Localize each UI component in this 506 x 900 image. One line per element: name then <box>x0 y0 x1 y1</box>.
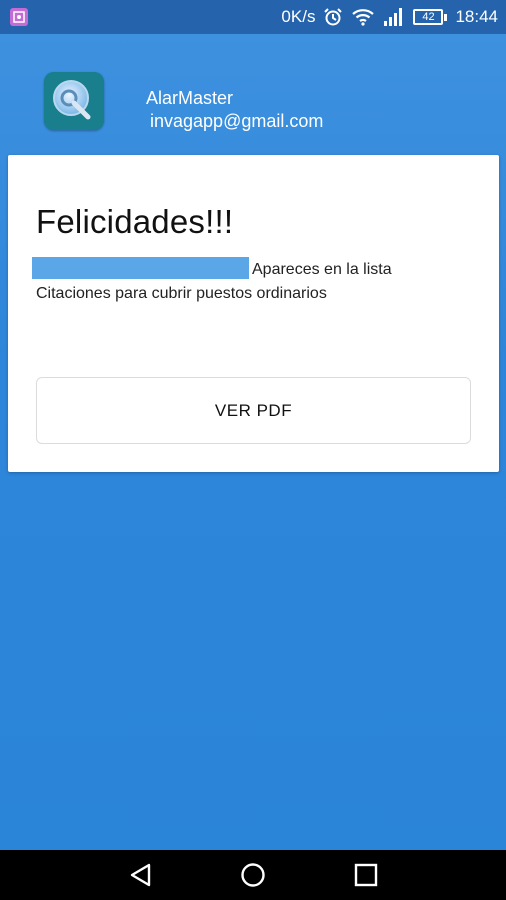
recents-icon[interactable] <box>353 862 379 893</box>
wifi-icon <box>351 7 375 27</box>
list-name: Citaciones para cubrir puestos ordinario… <box>36 285 327 302</box>
result-card: Felicidades!!! Apareces en la lista Cita… <box>8 155 499 472</box>
account-email: invagapp@gmail.com <box>150 111 324 131</box>
status-bar: 0K/s 42 18:44 <box>0 0 506 34</box>
alarm-icon <box>323 7 343 27</box>
list-status-text: Apareces en la lista <box>252 261 392 278</box>
gallery-notification-icon <box>10 8 28 26</box>
battery-icon: 42 <box>413 9 448 25</box>
home-icon[interactable] <box>240 862 266 893</box>
magnifier-logo-icon <box>44 72 104 130</box>
signal-icon <box>383 7 405 27</box>
clock: 18:44 <box>455 7 498 26</box>
drawer-header: AlarMaster invagapp@gmail.com <box>0 34 506 154</box>
view-pdf-button[interactable]: VER PDF <box>36 377 471 444</box>
battery-level: 42 <box>413 9 444 25</box>
network-speed: 0K/s <box>281 7 316 26</box>
app-name: AlarMaster <box>146 88 234 108</box>
redacted-name <box>32 257 249 279</box>
card-title: Felicidades!!! <box>36 203 234 240</box>
navigation-bar <box>0 850 506 900</box>
back-icon[interactable] <box>128 862 154 893</box>
